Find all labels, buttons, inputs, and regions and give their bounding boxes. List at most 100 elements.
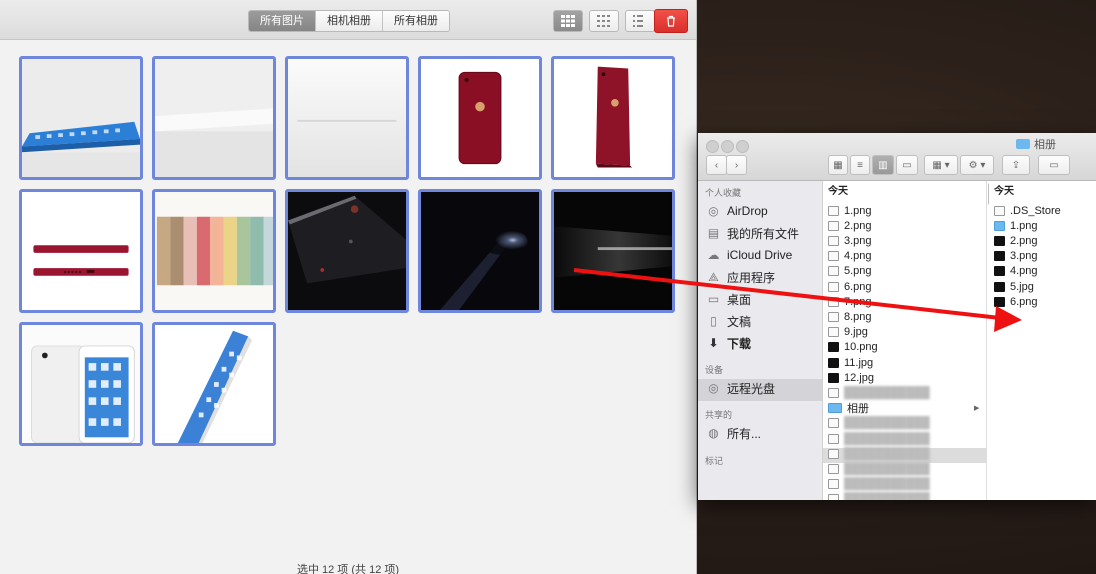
- photo-thumbnail[interactable]: [285, 189, 409, 313]
- file-row[interactable]: 5.png: [828, 264, 872, 279]
- sidebar-item-label: 应用程序: [727, 270, 776, 285]
- sidebar-item-applications[interactable]: ⟁ 应用程序: [706, 267, 775, 287]
- tag-button[interactable]: ▭: [1038, 155, 1070, 175]
- window-title: 相册: [1016, 136, 1056, 152]
- tab-all-albums[interactable]: 所有相册: [383, 11, 449, 31]
- disclosure-arrow-icon: ▶: [974, 405, 980, 413]
- photo-thumbnail[interactable]: [285, 56, 409, 180]
- file-name: 2.png: [1010, 234, 1038, 247]
- dark-tunnel-image: [554, 192, 672, 310]
- file-icon: [994, 220, 1005, 231]
- file-row[interactable]: ███████████: [828, 461, 930, 476]
- download-icon: ⬇: [708, 336, 719, 350]
- file-icon: [828, 251, 839, 262]
- forward-button[interactable]: ›: [726, 155, 747, 175]
- disc-icon: ◎: [708, 381, 719, 395]
- photo-thumbnail[interactable]: [551, 56, 675, 180]
- sidebar-item-shared-all[interactable]: ◍ 所有...: [706, 423, 761, 443]
- file-row[interactable]: 1.png: [828, 203, 872, 218]
- sidebar-item-downloads[interactable]: ⬇ 下载: [706, 333, 751, 353]
- list-view-button[interactable]: ≡: [850, 155, 870, 175]
- column-view-icon: ▥: [878, 159, 888, 171]
- arrange-button[interactable]: ▦ ▾: [924, 155, 958, 175]
- back-button[interactable]: ‹: [706, 155, 727, 175]
- close-window-button[interactable]: [706, 140, 719, 153]
- photo-thumbnail[interactable]: [19, 322, 143, 446]
- file-row[interactable]: .DS_Store: [994, 203, 1061, 218]
- file-row[interactable]: 11.jpg: [828, 355, 873, 370]
- file-icon: [994, 251, 1005, 262]
- photo-window: 所有图片 相机相册 所有相册 选中 12 项 (共 12 项): [0, 0, 697, 574]
- file-row[interactable]: 9.jpg: [828, 325, 868, 340]
- file-row[interactable]: 10.png: [828, 340, 878, 355]
- photo-thumbnail[interactable]: [152, 189, 276, 313]
- photo-thumbnail[interactable]: [551, 189, 675, 313]
- sidebar-item-desktop[interactable]: ▭ 桌面: [706, 289, 751, 309]
- file-icon: [828, 463, 839, 474]
- sidebar-item-remote-disc[interactable]: ◎ 远程光盘: [706, 378, 775, 398]
- icon-view-button[interactable]: ▦: [828, 155, 848, 175]
- applications-icon: ⟁: [708, 269, 719, 284]
- photo-thumbnail[interactable]: [19, 56, 143, 180]
- file-icon: [828, 235, 839, 246]
- file-row[interactable]: ███████████: [828, 431, 930, 446]
- photo-thumbnail[interactable]: [152, 56, 276, 180]
- file-icon: [828, 433, 839, 444]
- sidebar-item-airdrop[interactable]: ◎ AirDrop: [706, 201, 767, 221]
- file-row[interactable]: 4.png: [994, 264, 1038, 279]
- tag-icon: ▭: [1049, 159, 1059, 171]
- file-icon: [828, 327, 839, 338]
- file-row[interactable]: 8.png: [828, 309, 872, 324]
- minimize-window-button[interactable]: [721, 140, 734, 153]
- file-row[interactable]: 2.png: [828, 218, 872, 233]
- file-row[interactable]: 相册 ▶: [828, 401, 979, 416]
- file-row[interactable]: ███████████: [828, 492, 930, 500]
- column-view-button[interactable]: ▥: [872, 155, 894, 175]
- sidebar-item-documents[interactable]: ▯ 文稿: [706, 311, 751, 331]
- file-row[interactable]: 7.png: [828, 294, 872, 309]
- file-row[interactable]: 1.png: [994, 218, 1038, 233]
- icon-view-icon: ▦: [833, 159, 843, 171]
- file-name: 1.png: [1010, 219, 1038, 232]
- album-folder-column: 今天 .DS_Store 1.png 2.png 3.png 4.png 5.jpg 6.p…: [989, 181, 1096, 500]
- photo-thumbnail[interactable]: [19, 189, 143, 313]
- medium-grid-button[interactable]: [589, 10, 619, 32]
- tags-header: 标记: [705, 456, 724, 466]
- small-grid-button[interactable]: [625, 10, 655, 32]
- chevron-left-icon: ‹: [714, 159, 719, 171]
- favorites-header: 个人收藏: [705, 188, 742, 198]
- file-row[interactable]: ███████████: [828, 446, 930, 461]
- dark-phone-edge-image: [288, 192, 406, 310]
- file-row[interactable]: 6.png: [828, 279, 872, 294]
- file-icon: [828, 281, 839, 292]
- file-name: 5.png: [844, 265, 872, 278]
- cover-flow-button[interactable]: ▭: [896, 155, 918, 175]
- file-row[interactable]: ███████████: [828, 416, 930, 431]
- file-row[interactable]: 4.png: [828, 249, 872, 264]
- file-row[interactable]: ███████████: [828, 477, 930, 492]
- file-row[interactable]: 2.png: [994, 233, 1038, 248]
- share-button[interactable]: ⇪: [1002, 155, 1030, 175]
- file-row[interactable]: 5.jpg: [994, 279, 1034, 294]
- file-row[interactable]: 3.png: [828, 233, 872, 248]
- file-row[interactable]: 12.jpg: [828, 370, 874, 385]
- tablet-tilted-image: [155, 325, 273, 443]
- photo-thumbnail[interactable]: [418, 189, 542, 313]
- file-row[interactable]: 3.png: [994, 249, 1038, 264]
- sidebar-item-icloud[interactable]: ☁ iCloud Drive: [706, 245, 793, 265]
- file-name: 12.jpg: [844, 371, 874, 384]
- zoom-window-button[interactable]: [736, 140, 749, 153]
- tab-all-photos[interactable]: 所有图片: [249, 11, 316, 31]
- sidebar-item-all-files[interactable]: ▤ 我的所有文件: [706, 223, 799, 243]
- file-row[interactable]: 6.png: [994, 294, 1038, 309]
- photo-thumbnail[interactable]: [152, 322, 276, 446]
- action-button[interactable]: ⚙ ▾: [960, 155, 994, 175]
- large-grid-button[interactable]: [553, 10, 583, 32]
- folder-icon: [1016, 139, 1030, 149]
- delete-button[interactable]: [654, 9, 688, 33]
- file-row[interactable]: ███████████: [828, 385, 930, 400]
- tab-camera-roll[interactable]: 相机相册: [316, 11, 383, 31]
- file-icon: [994, 281, 1005, 292]
- photo-thumbnail[interactable]: [418, 56, 542, 180]
- file-name: ███████████: [844, 432, 930, 445]
